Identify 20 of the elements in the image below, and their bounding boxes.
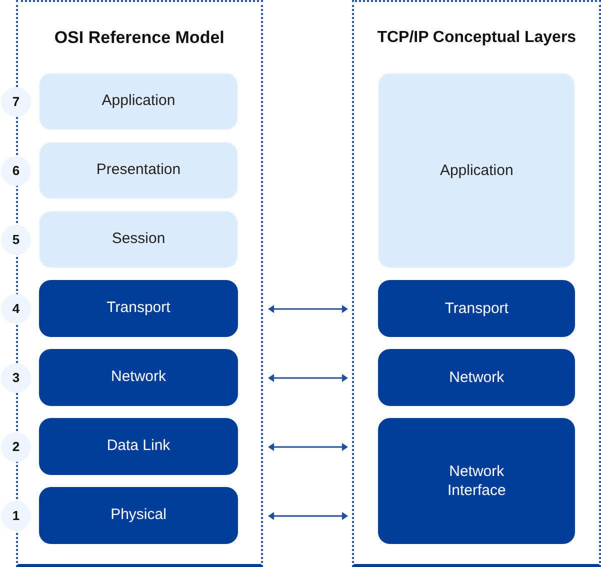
layer-box: Presentation [39,142,238,199]
layer-box: Application [378,73,575,268]
layer-box: Network [39,349,238,406]
panel-title: TCP/IP Conceptual Layers [377,28,576,48]
layer-box: Transport [378,280,575,337]
layer-number: 7 [1,86,31,116]
layer-number: 1 [1,500,31,530]
layer-box: Network Interface [378,418,575,544]
panel-title: OSI Reference Model [54,26,224,49]
layer-box: Network [378,349,575,406]
layer-number: 3 [1,362,31,392]
layer-number: 6 [1,156,31,186]
layer-box: Application [39,73,238,130]
layer-number: 2 [1,432,31,462]
layer-box: Data Link [39,418,238,475]
layer-number: 4 [1,294,31,324]
layer-box: Transport [39,280,238,337]
layer-box: Session [39,211,238,268]
layer-number: 5 [1,224,31,254]
layer-box: Physical [39,487,238,544]
